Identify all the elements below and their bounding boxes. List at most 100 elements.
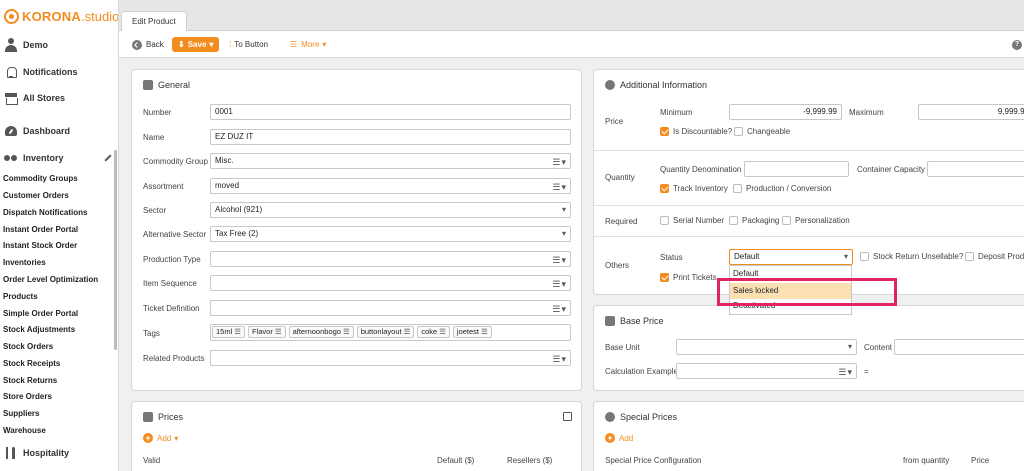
serial-number-checkbox[interactable]: Serial Number [660,216,724,225]
calculation-example-select[interactable]: ☰▾ [676,363,857,379]
sidebar-item-store-orders[interactable]: Store Orders [3,392,52,401]
number-input[interactable]: 0001 [210,104,571,120]
list-chevron-icon: ☰▾ [552,255,567,265]
sidebar-item-instant-stock-order[interactable]: Instant Stock Order [3,241,77,250]
packaging-checkbox[interactable]: Packaging [729,216,779,225]
status-label: Status [660,253,683,262]
tag-chip[interactable]: coke ☰ [417,326,450,338]
column-header-special-price-configuration[interactable]: Special Price Configuration [605,456,702,465]
edit-pencil-icon[interactable] [103,153,112,162]
sidebar-scrollbar[interactable] [114,150,117,350]
column-header-valid[interactable]: Valid [143,456,160,465]
sidebar-item-warehouse[interactable]: Warehouse [3,426,46,435]
divider [594,150,1024,151]
sidebar-item-instant-order-portal[interactable]: Instant Order Portal [3,225,78,234]
tab-edit-product[interactable]: Edit Product [121,11,187,32]
save-button[interactable]: ⬇ Save ▾ [172,37,220,52]
more-button[interactable]: ☰ More ▾ [290,37,326,52]
tab-bar: Edit Product [119,0,1024,32]
content-input[interactable] [894,339,1024,355]
chevron-down-icon: ▾ [209,40,214,49]
sidebar-item-stock-adjustments[interactable]: Stock Adjustments [3,325,75,334]
sidebar-item-hospitality[interactable]: Hospitality [4,446,69,460]
tag-chip[interactable]: afternoonbogo ☰ [288,326,354,338]
column-header-default[interactable]: Default ($) [437,456,474,465]
commodity-group-select[interactable]: Misc. ☰▾ [210,153,571,169]
list-chevron-icon: ☰▾ [838,367,853,377]
status-select[interactable]: Default ▾ [729,249,853,265]
sidebar-label: Inventory [23,153,64,163]
tags-input[interactable]: 15ml ☰ Flavor ☰ afternoonbogo ☰ buttonlayout ☰ c… [210,324,571,341]
is-discountable-checkbox[interactable]: Is Discountable? [660,127,732,136]
stock-return-unsellable-checkbox[interactable]: Stock Return Unsellable? [860,252,963,261]
to-button-button[interactable]: ⁞ To Button [229,37,268,52]
sidebar-item-order-level-optimization[interactable]: Order Level Optimization [3,275,98,284]
sidebar-item-inventory[interactable]: Inventory [4,151,64,165]
name-label: Name [143,133,165,142]
production-type-select[interactable]: ☰▾ [210,251,571,267]
tag-text: 15ml [216,327,233,336]
maximum-price-input[interactable]: 9,999.99 [918,104,1024,120]
column-header-price[interactable]: Price [971,456,989,465]
save-label: Save [187,40,207,49]
item-sequence-select[interactable]: ☰▾ [210,275,571,291]
sector-select[interactable]: Alcohol (921) ▾ [210,202,571,218]
sidebar-item-stock-orders[interactable]: Stock Orders [3,342,53,351]
sidebar-item-suppliers[interactable]: Suppliers [3,409,39,418]
help-icon[interactable]: ? [1012,40,1022,50]
panel-title-text: Special Prices [620,412,678,422]
production-conversion-checkbox[interactable]: Production / Conversion [733,184,831,193]
related-products-select[interactable]: ☰▾ [210,350,571,366]
panel-title-text: Additional Information [620,80,708,90]
sidebar-item-customer-orders[interactable]: Customer Orders [3,191,69,200]
tag-chip[interactable]: joetest ☰ [452,326,492,338]
checkbox-icon [734,127,743,136]
print-tickets-checkbox[interactable]: Print Tickets [660,273,717,282]
sidebar-item-notifications[interactable]: Notifications [4,65,78,79]
deposit-product-checkbox[interactable]: Deposit Produ [965,252,1024,261]
checkbox-label: Serial Number [673,216,725,225]
sidebar-item-products[interactable]: Products [3,292,38,301]
minimum-price-input[interactable]: -9,999.99 [729,104,842,120]
back-button[interactable]: Back [132,37,164,52]
column-header-from-quantity[interactable]: from quantity [903,456,949,465]
column-header-resellers[interactable]: Resellers ($) [507,456,552,465]
sidebar-item-inventories[interactable]: Inventories [3,258,46,267]
checkbox-label: Stock Return Unsellable? [873,252,964,261]
sidebar-item-demo[interactable]: Demo [4,38,48,52]
inventory-icon [4,151,18,165]
add-price-button[interactable]: + Add ▾ [143,433,178,443]
container-capacity-input[interactable] [927,161,1024,177]
tag-chip[interactable]: buttonlayout ☰ [356,326,415,338]
personalization-checkbox[interactable]: Personalization [782,216,850,225]
quantity-denomination-input[interactable] [744,161,849,177]
tag-chip[interactable]: 15ml ☰ [212,326,245,338]
track-inventory-checkbox[interactable]: Track Inventory [660,184,728,193]
checkbox-checked-icon [660,273,669,282]
sidebar-item-dispatch-notifications[interactable]: Dispatch Notifications [3,208,87,217]
alternative-sector-select[interactable]: Tax Free (2) ▾ [210,226,571,242]
minimum-price-value: -9,999.99 [803,107,837,116]
assortment-select[interactable]: moved ☰▾ [210,178,571,194]
info-icon [143,80,153,90]
add-special-price-button[interactable]: + Add [605,433,633,443]
sidebar-item-stock-receipts[interactable]: Stock Receipts [3,359,60,368]
name-input[interactable]: EZ DUZ IT [210,129,571,145]
changeable-checkbox[interactable]: Changeable [734,127,790,136]
item-sequence-label: Item Sequence [143,279,197,288]
sidebar-item-all-stores[interactable]: All Stores [4,91,65,105]
sidebar-item-stock-returns[interactable]: Stock Returns [3,376,57,385]
sidebar-item-commodity-groups[interactable]: Commodity Groups [3,174,78,183]
tag-text: coke [421,327,438,336]
base-unit-select[interactable]: ▾ [676,339,857,355]
quantity-section-label: Quantity [605,173,635,182]
korona-logo[interactable]: KORONA .studio [4,7,118,25]
tag-chip[interactable]: Flavor ☰ [248,326,286,338]
tag-text: joetest [456,327,479,336]
chevron-down-icon: ▾ [322,40,327,49]
sidebar-item-dashboard[interactable]: Dashboard [4,124,70,138]
ticket-definition-select[interactable]: ☰▾ [210,300,571,316]
sidebar-item-simple-order-portal[interactable]: Simple Order Portal [3,309,78,318]
commodity-group-label: Commodity Group [143,157,208,166]
expand-icon[interactable] [563,412,572,421]
